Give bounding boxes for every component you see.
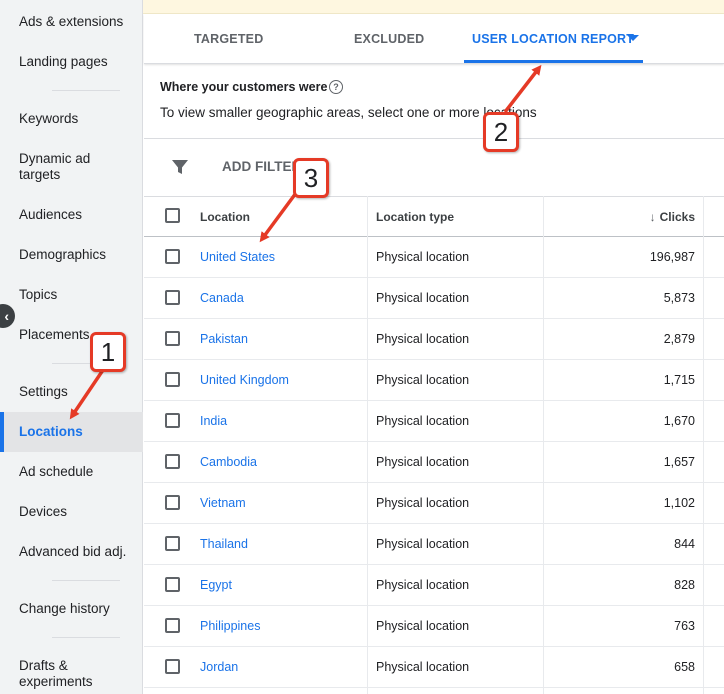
annotation-arrow-2: [503, 64, 542, 114]
annotation-badge-1: 1: [90, 332, 126, 372]
annotation-badge-3: 3: [293, 158, 329, 198]
annotation-arrow-1: [69, 369, 105, 420]
annotation-badge-2: 2: [483, 112, 519, 152]
annotation-arrow-3: [259, 191, 298, 243]
